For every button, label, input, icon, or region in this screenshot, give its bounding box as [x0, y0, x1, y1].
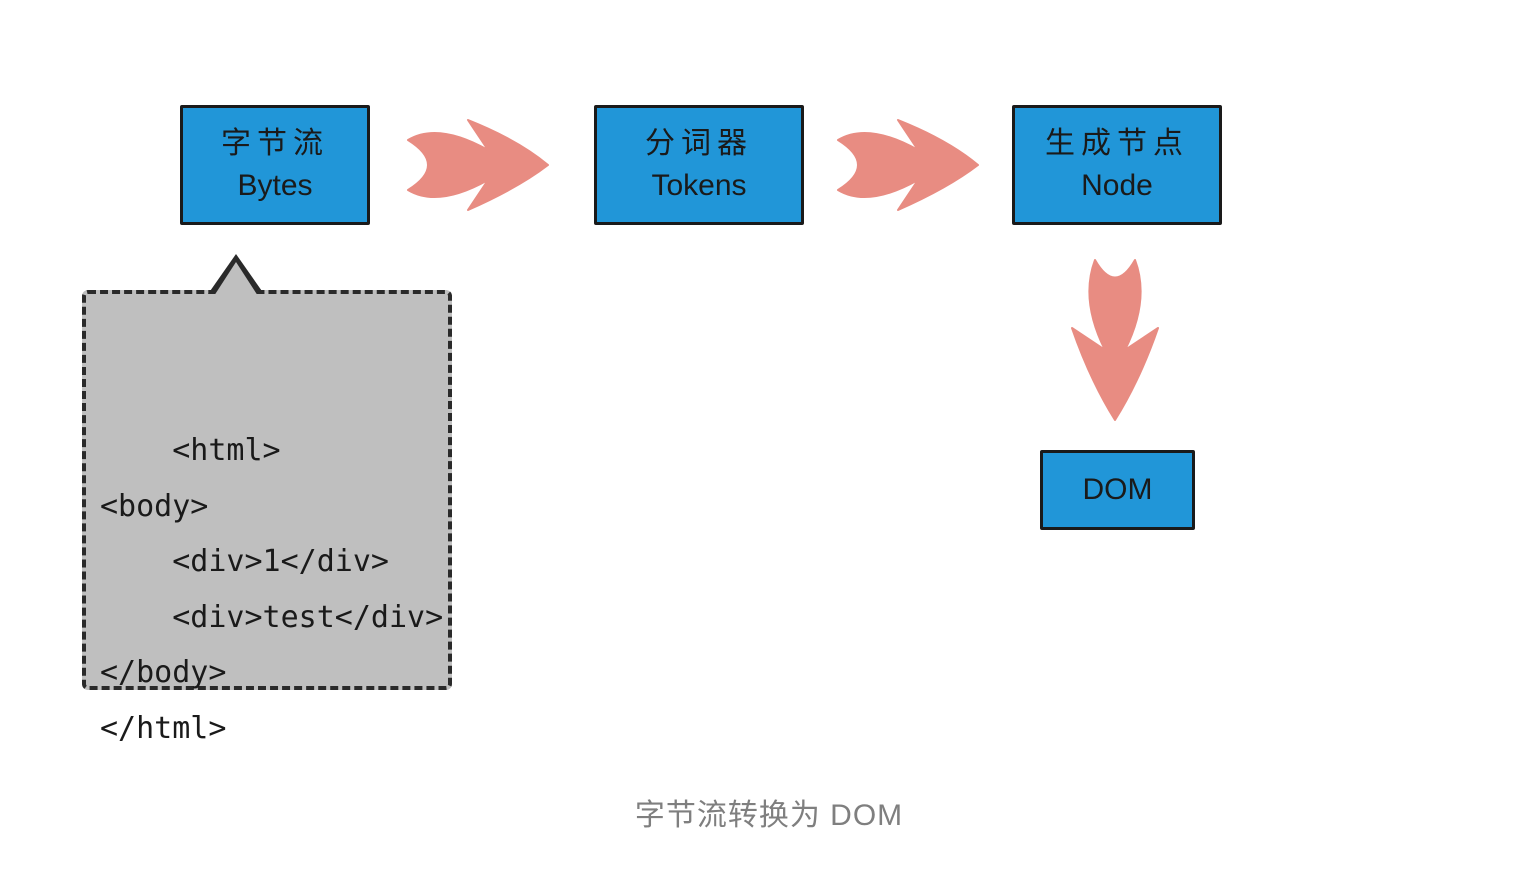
box-node-label-cn: 生成节点 — [1045, 123, 1189, 165]
diagram-stage: 字节流 Bytes 分词器 Tokens 生成节点 Node DOM <html… — [0, 0, 1538, 890]
box-dom: DOM — [1040, 450, 1195, 530]
code-callout: <html> <body> <div>1</div> <div>test</di… — [82, 290, 452, 690]
diagram-caption: 字节流转换为 DOM — [0, 790, 1538, 834]
callout-code-text: <html> <body> <div>1</div> <div>test</di… — [100, 433, 443, 746]
box-dom-label: DOM — [1083, 469, 1153, 511]
box-bytes-label-en: Bytes — [237, 165, 312, 207]
arrow-right-icon — [398, 110, 558, 220]
arrow-down-icon — [1060, 250, 1170, 430]
arrow-right-icon — [828, 110, 988, 220]
box-tokens-label-cn: 分词器 — [645, 123, 753, 165]
box-node: 生成节点 Node — [1012, 105, 1222, 225]
box-node-label-en: Node — [1081, 165, 1153, 207]
box-tokens: 分词器 Tokens — [594, 105, 804, 225]
box-bytes: 字节流 Bytes — [180, 105, 370, 225]
box-tokens-label-en: Tokens — [651, 165, 746, 207]
box-bytes-label-cn: 字节流 — [221, 123, 329, 165]
